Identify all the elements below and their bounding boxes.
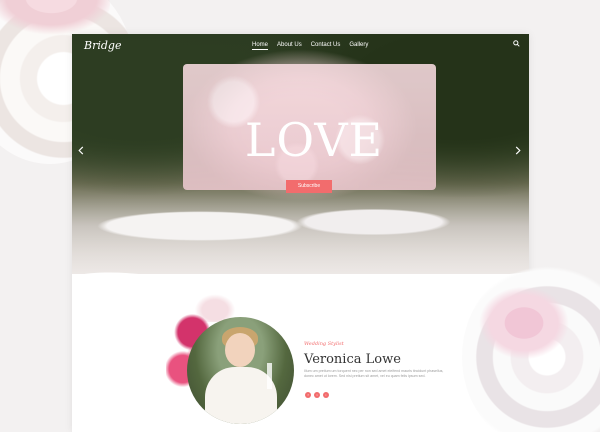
- chevron-right-icon[interactable]: [515, 146, 521, 158]
- twitter-icon[interactable]: t: [314, 392, 320, 398]
- hero-headline: LOVE: [244, 113, 384, 167]
- search-icon[interactable]: [511, 40, 521, 50]
- social-links: f t i: [305, 392, 329, 398]
- peony-decoration-bottom-right-pink: [476, 284, 572, 362]
- nav-item-gallery[interactable]: Gallery: [349, 42, 368, 50]
- facebook-icon[interactable]: f: [305, 392, 311, 398]
- profile-role: Wedding Stylist: [304, 341, 344, 347]
- hero-banner: Bridge Home About Us Contact Us Gallery …: [72, 34, 529, 290]
- main-nav: Home About Us Contact Us Gallery: [252, 42, 368, 50]
- nav-item-home[interactable]: Home: [252, 42, 269, 50]
- profile-name: Veronica Lowe: [304, 352, 401, 367]
- hero-wave-divider: [72, 272, 529, 290]
- site-logo[interactable]: Bridge: [84, 39, 121, 52]
- subscribe-button[interactable]: Subscribe: [286, 180, 332, 193]
- avatar: [187, 317, 294, 424]
- instagram-icon[interactable]: i: [323, 392, 329, 398]
- chevron-left-icon[interactable]: [78, 146, 84, 158]
- website-page: Bridge Home About Us Contact Us Gallery …: [72, 34, 529, 432]
- nav-item-about-us[interactable]: About Us: [277, 42, 302, 50]
- nav-item-contact-us[interactable]: Contact Us: [311, 42, 341, 50]
- profile-bio: Illum um pretium um torquent nec per non…: [304, 369, 444, 378]
- canvas: Bridge Home About Us Contact Us Gallery …: [0, 0, 600, 432]
